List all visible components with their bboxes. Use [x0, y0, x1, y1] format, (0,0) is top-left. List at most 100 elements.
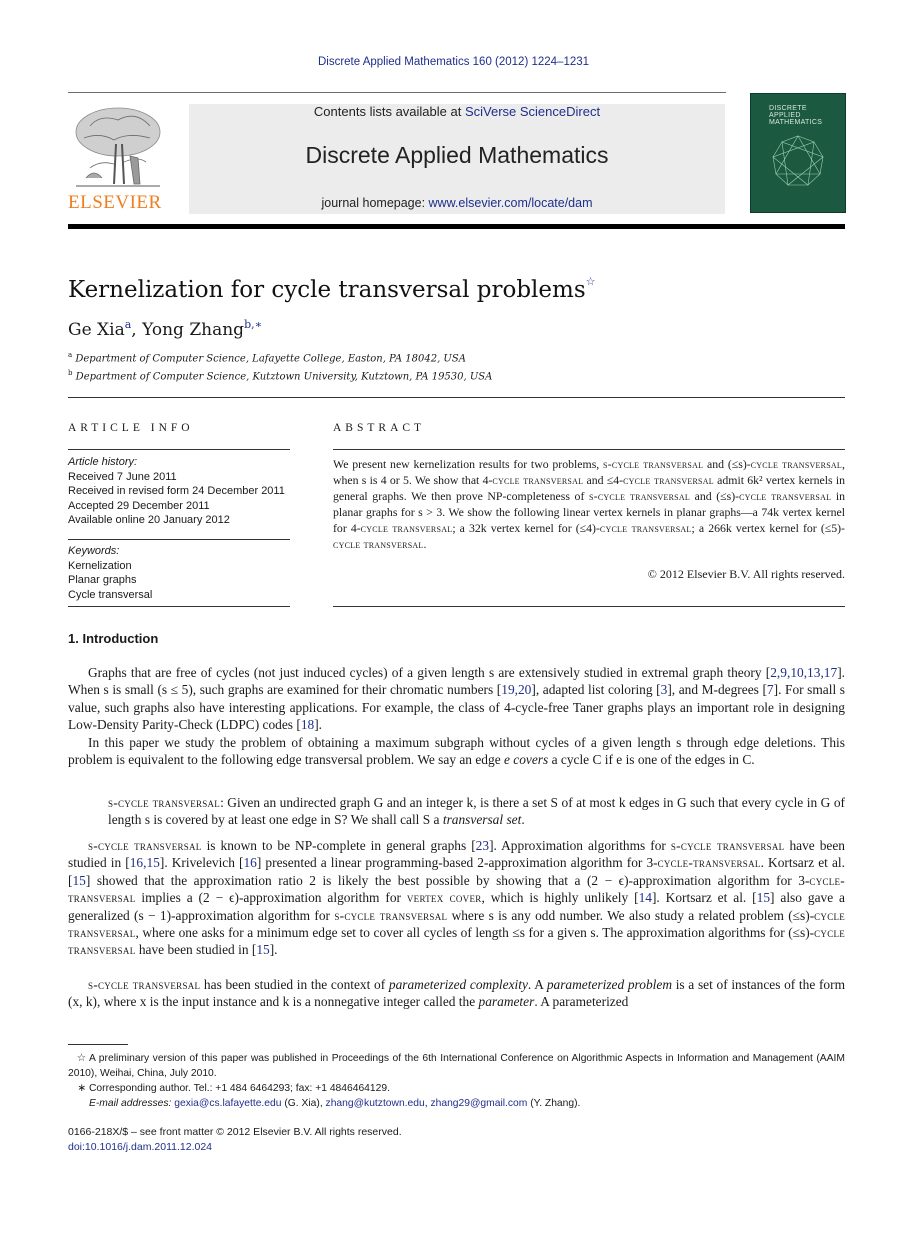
- text: .: [521, 812, 525, 828]
- text: a cycle C if e is one of the edges in C.: [548, 752, 755, 768]
- problem-name: s-cycle transversal: [670, 838, 785, 853]
- masthead-thick-rule: [68, 224, 845, 229]
- footnote-emails: E-mail addresses: gexia@cs.lafayette.edu…: [68, 1096, 845, 1111]
- history-revised: Received in revised form 24 December 201…: [68, 485, 285, 498]
- contents-prefix: Contents lists available at: [313, 104, 465, 119]
- doi-link[interactable]: doi:10.1016/j.dam.2011.12.024: [68, 1141, 212, 1153]
- email-owner: (Y. Zhang).: [527, 1098, 581, 1109]
- issn-line: 0166-218X/$ – see front matter © 2012 El…: [68, 1126, 402, 1138]
- elsevier-tree-icon: [75, 107, 161, 187]
- citation-link[interactable]: 15: [72, 873, 85, 888]
- paper-title-text: Kernelization for cycle transversal prob…: [68, 277, 586, 303]
- citation-link[interactable]: 16,15: [130, 855, 160, 870]
- text: , which is highly unlikely [: [481, 890, 639, 906]
- text: where s is any odd number. We also study…: [447, 907, 815, 923]
- problem-name: cycle transversal: [333, 537, 424, 551]
- affiliation-mark: b: [68, 369, 73, 377]
- divider: [333, 606, 845, 607]
- citation-link[interactable]: 15: [256, 942, 269, 957]
- history-received: Received 7 June 2011: [68, 470, 177, 483]
- abstract-text-segment: and (≤s)-: [690, 489, 740, 503]
- abstract-copyright: © 2012 Elsevier B.V. All rights reserved…: [647, 567, 845, 581]
- email-link[interactable]: zhang@kutztown.edu: [326, 1098, 425, 1109]
- front-matter: 0166-218X/$ – see front matter © 2012 El…: [68, 1125, 402, 1155]
- affiliation-a: a Department of Computer Science, Lafaye…: [68, 351, 466, 364]
- citation-link[interactable]: 23: [476, 838, 489, 853]
- text: has been studied in the context of: [200, 977, 389, 992]
- divider: [68, 606, 290, 607]
- text: Graphs that are free of cycles (not just…: [88, 665, 771, 680]
- intro-paragraph-1: Graphs that are free of cycles (not just…: [68, 664, 845, 734]
- citation-link[interactable]: 15: [757, 890, 770, 905]
- text: ], adapted list coloring [: [531, 682, 661, 698]
- citation-link[interactable]: 19,20: [501, 682, 531, 697]
- homepage-prefix: journal homepage:: [321, 196, 429, 210]
- problem-name: cycle transversal: [739, 489, 832, 503]
- text: . A: [527, 977, 547, 992]
- abstract-text-segment: and (≤s)-: [703, 457, 751, 471]
- text: is known to be NP-complete in general gr…: [201, 838, 476, 853]
- keyword: Planar graphs: [68, 574, 137, 587]
- homepage-line: journal homepage: www.elsevier.com/locat…: [189, 196, 725, 210]
- text: have been studied in [: [135, 942, 257, 958]
- sciencedirect-link[interactable]: SciVerse ScienceDirect: [465, 104, 600, 119]
- citation-link[interactable]: 16: [243, 855, 256, 870]
- author-affiliation-mark[interactable]: a: [125, 318, 132, 331]
- citation-link[interactable]: 7: [767, 682, 774, 697]
- problem-name: vertex cover: [406, 890, 482, 906]
- journal-masthead: Contents lists available at SciVerse Sci…: [189, 104, 725, 214]
- text: ] presented a linear programming-based 2…: [256, 855, 658, 871]
- text: ]. Kortsarz et al. [: [651, 890, 757, 906]
- publisher-name: ELSEVIER: [68, 192, 162, 213]
- abstract-text-segment: ; a 32k vertex kernel for (≤4)-: [452, 521, 600, 535]
- title-footnote-mark[interactable]: ☆: [586, 275, 596, 288]
- problem-name: cycle transversal: [750, 457, 843, 471]
- problem-name: cycle transversal: [360, 521, 453, 535]
- intro-paragraph-4: s-cycle transversal has been studied in …: [68, 976, 845, 1011]
- publisher-logo[interactable]: ELSEVIER: [68, 104, 168, 216]
- cover-title: DISCRETE APPLIED MATHEMATICS: [769, 105, 822, 126]
- keyword: Kernelization: [68, 559, 132, 572]
- citation-link[interactable]: 2,9,10,13,17: [770, 665, 837, 680]
- text: ] showed that the approximation ratio 2 …: [85, 872, 810, 888]
- affiliation-text: Department of Computer Science, Lafayett…: [75, 353, 466, 365]
- affiliation-mark: a: [68, 351, 73, 359]
- text: . A parameterized: [534, 994, 629, 1010]
- problem-name: s-cycle transversal: [334, 907, 448, 923]
- emphasis: parameterized complexity: [388, 977, 528, 992]
- email-link[interactable]: gexia@cs.lafayette.edu: [174, 1098, 281, 1109]
- author-affiliation-mark[interactable]: b,∗: [244, 318, 262, 331]
- emphasis: parameter: [478, 994, 535, 1010]
- problem-name: cycle-transversal: [657, 855, 761, 871]
- keyword: Cycle transversal: [68, 588, 153, 601]
- keywords-label: Keywords:: [68, 545, 120, 557]
- divider: [68, 397, 845, 398]
- footnote-text: A preliminary version of this paper was …: [68, 1053, 845, 1079]
- journal-cover-thumbnail[interactable]: DISCRETE APPLIED MATHEMATICS: [750, 93, 846, 213]
- divider: [68, 449, 290, 450]
- journal-name: Discrete Applied Mathematics: [305, 142, 609, 168]
- affiliation-b: b Department of Computer Science, Kutzto…: [68, 369, 492, 382]
- citation-link[interactable]: 18: [301, 717, 314, 732]
- journal-homepage-link[interactable]: www.elsevier.com/locate/dam: [429, 196, 593, 210]
- keywords: Keywords: Kernelization Planar graphs Cy…: [68, 544, 298, 602]
- text: ].: [314, 717, 323, 733]
- cover-title-line: APPLIED: [769, 112, 801, 119]
- footnotes: ☆ A preliminary version of this paper was…: [68, 1051, 845, 1111]
- paper-title: Kernelization for cycle transversal prob…: [68, 275, 596, 303]
- intro-paragraph-3: s-cycle transversal is known to be NP-co…: [68, 837, 845, 959]
- author-name: Ge Xia: [68, 320, 125, 340]
- running-head-citation[interactable]: Discrete Applied Mathematics 160 (2012) …: [0, 56, 907, 68]
- problem-definition: s-cycle transversal: Given an undirected…: [108, 794, 845, 829]
- email-link[interactable]: zhang29@gmail.com: [430, 1098, 527, 1109]
- star-footnote-mark: ☆: [76, 1053, 86, 1064]
- emphasis: parameterized problem: [546, 977, 673, 992]
- affiliation-text: Department of Computer Science, Kutztown…: [75, 371, 493, 383]
- footnote-text: Corresponding author. Tel.: +1 484 64642…: [89, 1083, 390, 1094]
- divider: [68, 539, 290, 540]
- contents-line: Contents lists available at SciVerse Sci…: [189, 104, 725, 119]
- section-heading-introduction: 1. Introduction: [68, 631, 159, 646]
- abstract-heading: ABSTRACT: [333, 422, 426, 434]
- citation-link[interactable]: 14: [639, 890, 652, 905]
- problem-name: s-cycle transversal: [108, 795, 221, 810]
